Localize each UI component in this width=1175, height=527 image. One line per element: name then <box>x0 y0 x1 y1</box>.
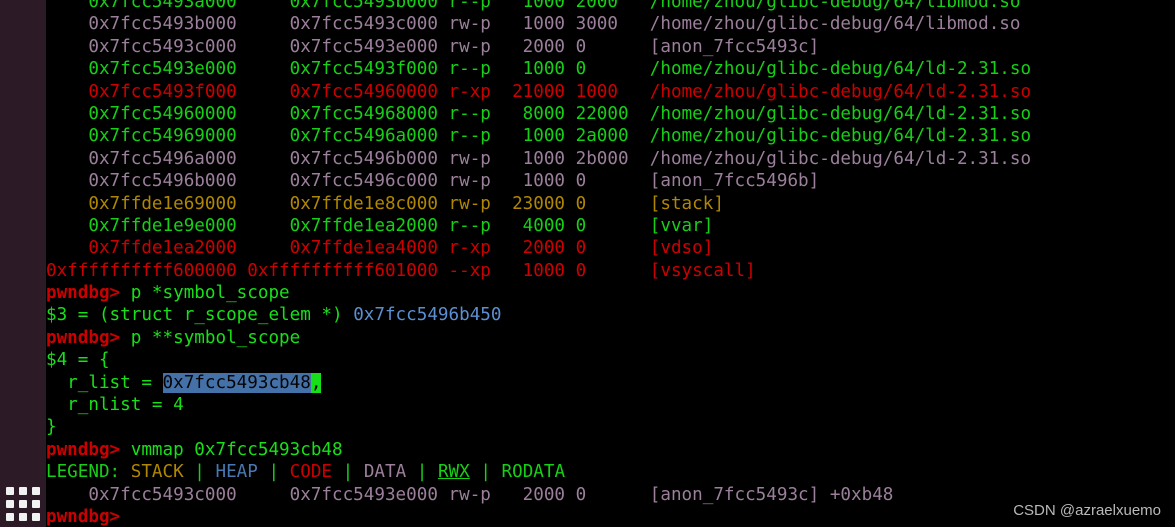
legend-item-heap: HEAP <box>215 462 258 483</box>
prompt-line: pwndbg> vmmap 0x7fcc5493cb48 <box>46 439 1031 461</box>
grid-dot <box>6 500 14 508</box>
command-text: vmmap 0x7fcc5493cb48 <box>120 439 343 460</box>
grid-dot <box>19 500 27 508</box>
vmmap-row: 0x7fcc5493a000 0x7fcc5493b000 r--p 1000 … <box>46 0 1021 12</box>
legend-label: LEGEND: <box>46 462 121 483</box>
pwndbg-prompt: pwndbg> <box>46 327 121 348</box>
selected-pointer-value[interactable]: 0x7fcc5493cb48 <box>162 372 311 393</box>
vmmap-row: 0x7fcc5493c000 0x7fcc5493e000 rw-p 2000 … <box>46 484 894 505</box>
vmmap-row: 0x7fcc5493f000 0x7fcc54960000 r-xp 21000… <box>46 81 1032 102</box>
command-text: p *symbol_scope <box>120 283 290 304</box>
grid-dot <box>32 513 40 521</box>
gdb-result: $4 = { <box>46 350 110 371</box>
legend-separator: | <box>257 462 280 483</box>
gdb-result: $3 = (struct r_scope_elem *) 0x7fcc5496b… <box>46 305 502 326</box>
vmmap-row: 0x7ffde1ea2000 0x7ffde1ea4000 r-xp 2000 … <box>46 238 714 259</box>
vmmap-row: 0x7ffde1e69000 0x7ffde1e8c000 rw-p 23000… <box>46 193 724 214</box>
prompt-line: pwndbg> <box>46 506 1031 527</box>
legend-separator: | <box>332 462 354 483</box>
vmmap-row: 0x7fcc5493c000 0x7fcc5493e000 rw-p 2000 … <box>46 36 820 57</box>
legend-separator: | <box>406 462 428 483</box>
pointer-value: 0x7fcc5496b450 <box>353 305 502 326</box>
vmmap-row: 0x7fcc5496a000 0x7fcc5496b000 rw-p 1000 … <box>46 148 1032 169</box>
pwndbg-prompt: pwndbg> <box>46 283 121 304</box>
legend-separator: | <box>469 462 491 483</box>
legend-item-code: CODE <box>289 462 333 483</box>
legend-item-rwx: RWX <box>437 462 470 483</box>
vmmap-row: 0xffffffffff600000 0xffffffffff601000 --… <box>46 260 756 281</box>
vmmap-row: 0x7fcc54960000 0x7fcc54968000 r--p 8000 … <box>46 103 1032 124</box>
legend-separator: | <box>183 462 205 483</box>
vmmap-row: 0x7ffde1e9e000 0x7ffde1ea2000 r--p 4000 … <box>46 215 714 236</box>
pwndbg-prompt: pwndbg> <box>46 506 121 527</box>
command-text: p **symbol_scope <box>120 327 301 348</box>
vmmap-row: 0x7fcc5493b000 0x7fcc5493c000 rw-p 1000 … <box>46 14 1021 35</box>
grid-dot <box>32 487 40 495</box>
gdb-result-field: r_list = 0x7fcc5493cb48, <box>46 372 322 393</box>
grid-dot <box>32 500 40 508</box>
prompt-line: pwndbg> p *symbol_scope <box>46 282 1031 304</box>
terminal-window[interactable]: 0x7fcc5493a000 0x7fcc5493b000 r--p 1000 … <box>46 0 1175 527</box>
vmmap-row: 0x7fcc5496b000 0x7fcc5496c000 rw-p 1000 … <box>46 171 820 192</box>
ubuntu-dock <box>0 0 46 527</box>
grid-dot <box>19 487 27 495</box>
selection-tail: , <box>310 372 322 393</box>
grid-dot <box>19 513 27 521</box>
vmmap-row: 0x7fcc5493e000 0x7fcc5493f000 r--p 1000 … <box>46 59 1032 80</box>
legend-item-rodata: RODATA <box>501 462 566 483</box>
legend-line: LEGEND: STACK | HEAP | CODE | DATA | RWX… <box>46 461 1031 483</box>
gdb-result-field: r_nlist = 4 <box>46 395 184 416</box>
grid-dot <box>6 513 14 521</box>
prompt-line: pwndbg> p **symbol_scope <box>46 327 1031 349</box>
pwndbg-prompt: pwndbg> <box>46 439 121 460</box>
vmmap-row: 0x7fcc54969000 0x7fcc5496a000 r--p 1000 … <box>46 126 1032 147</box>
legend-item-data: DATA <box>363 462 407 483</box>
grid-dot <box>6 487 14 495</box>
gdb-result: } <box>46 417 57 438</box>
show-applications-icon[interactable] <box>6 487 40 521</box>
csdn-watermark: CSDN @azraelxuemo <box>1013 502 1161 519</box>
legend-item-stack: STACK <box>130 462 184 483</box>
terminal-screen: 0x7fcc5493a000 0x7fcc5493b000 r--p 1000 … <box>46 0 1031 527</box>
